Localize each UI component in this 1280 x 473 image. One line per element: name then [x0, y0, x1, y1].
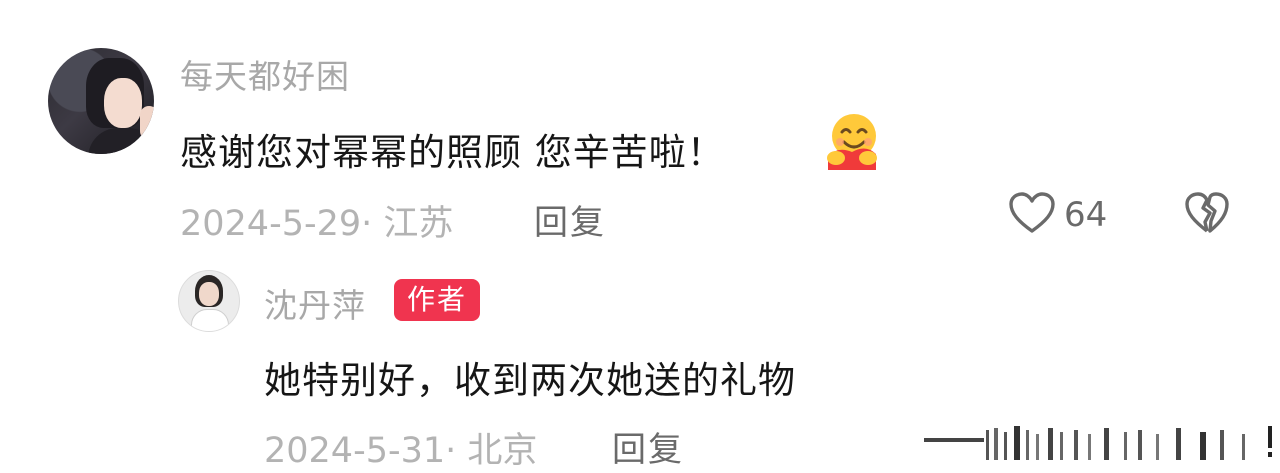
author-badge: 作者 — [394, 279, 480, 321]
comment-date-location: 2024-5-29· 江苏 — [180, 204, 454, 244]
watermark-stripes — [924, 426, 1272, 460]
reply-date-location: 2024-5-31· 北京 — [264, 431, 538, 471]
avatar-face — [104, 78, 142, 128]
dislike-broken-heart-icon[interactable] — [1184, 191, 1230, 235]
like-count: 64 — [1064, 195, 1108, 235]
reply-button[interactable]: 回复 — [612, 422, 684, 471]
avatar-hand — [140, 106, 154, 140]
commenter-username[interactable]: 每天都好困 — [180, 50, 350, 98]
comment-text: 感谢您对幂幂的照顾 您辛苦啦！ — [180, 131, 725, 174]
like-heart-icon[interactable] — [1008, 191, 1056, 235]
commenter-avatar[interactable] — [48, 48, 154, 154]
reply-text: 她特别好，收到两次她送的礼物 — [264, 359, 796, 402]
author-avatar[interactable] — [178, 270, 240, 332]
reply-button[interactable]: 回复 — [534, 195, 606, 244]
avatar-body — [191, 309, 229, 331]
hug-emoji-icon — [827, 114, 877, 170]
author-username[interactable]: 沈丹萍 — [264, 279, 366, 327]
avatar-face — [199, 282, 219, 306]
